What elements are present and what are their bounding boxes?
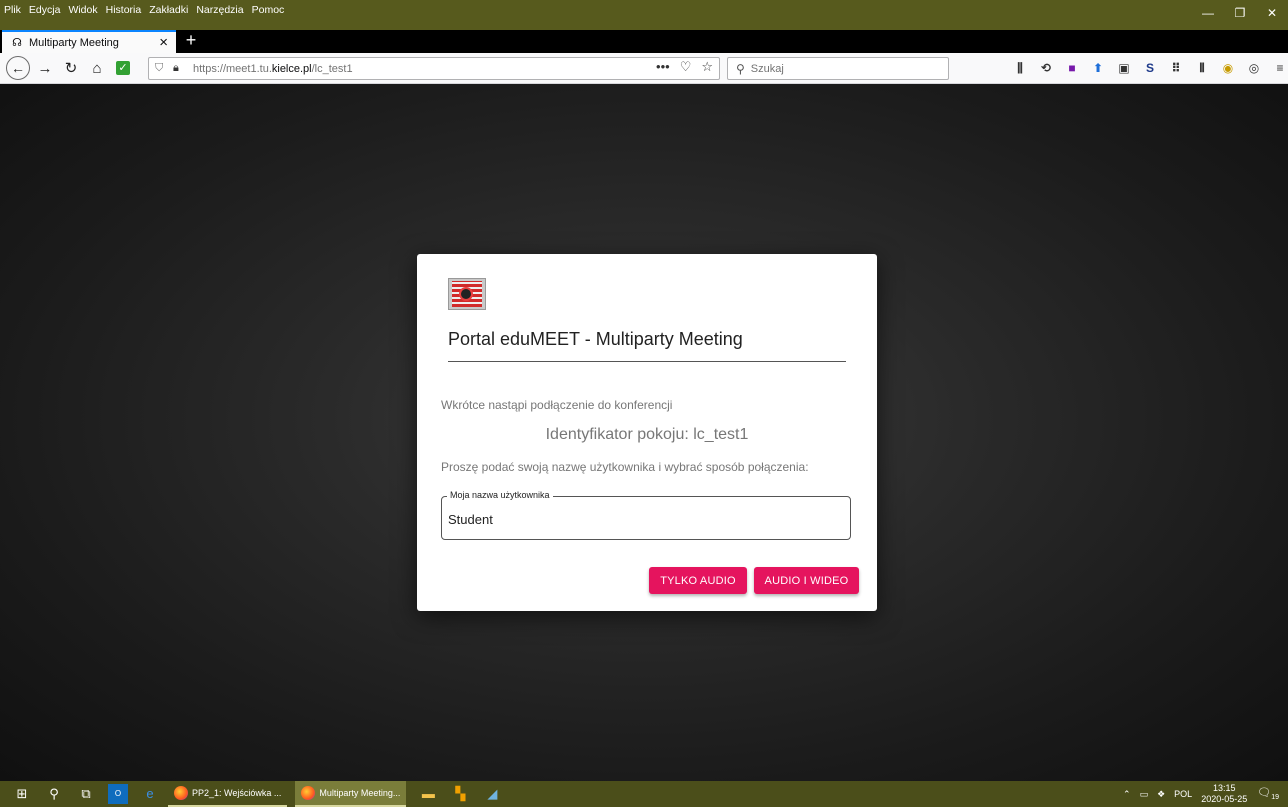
firefox-icon [174, 786, 188, 800]
chevron-up-icon[interactable]: ⌃ [1123, 789, 1131, 800]
clock-date: 2020-05-25 [1201, 794, 1248, 804]
history-icon[interactable]: ⟲ [1038, 60, 1054, 76]
edge-icon[interactable]: e [140, 784, 160, 804]
back-button[interactable]: ← [6, 56, 30, 80]
menu-item-file[interactable]: Plik [4, 4, 21, 16]
clock[interactable]: 13:15 2020-05-25 [1201, 783, 1247, 805]
arrow-left-icon: ← [11, 60, 25, 76]
barcode-extension-icon[interactable]: ⦀ [1194, 60, 1210, 76]
system-tray: ⌃ ▭ ❖ POL 13:15 2020-05-25 🗨︎19 [1123, 781, 1288, 807]
home-button[interactable]: ⌂ [86, 57, 108, 79]
menu-item-help[interactable]: Pomoc [252, 4, 285, 16]
network-icon[interactable]: ▭ [1140, 789, 1149, 800]
language-indicator[interactable]: POL [1174, 789, 1192, 799]
home-icon: ⌂ [92, 59, 102, 77]
firefox-icon [301, 786, 316, 800]
shield-icon[interactable]: ⛉ [155, 62, 171, 75]
checkmark-extension-icon[interactable]: ✓ [116, 61, 130, 75]
more-actions-icon[interactable]: ••• [656, 59, 670, 75]
windows-start-icon[interactable]: ⊞ [12, 784, 32, 804]
title-bar: Plik Edycja Widok Historia Zakładki Narz… [0, 0, 1288, 30]
upload-icon[interactable]: ⬆ [1090, 60, 1106, 76]
url-bar[interactable]: ⛉ 🔒︎ https://meet1.tu.kielce.pl/lc_test1… [148, 57, 720, 80]
forward-button[interactable]: → [34, 57, 56, 79]
search-icon[interactable]: ⚲ [44, 784, 64, 804]
search-icon: ⚲ [736, 61, 745, 76]
connecting-text: Wkrótce nastąpi podłączenie do konferenc… [441, 398, 673, 412]
reload-button[interactable]: ↻ [60, 57, 82, 79]
file-explorer-icon[interactable]: ▬ [418, 784, 438, 804]
account-icon[interactable]: ◎ [1246, 60, 1262, 76]
menu-bar: Plik Edycja Widok Historia Zakładki Narz… [4, 4, 284, 16]
search-bar[interactable]: ⚲ Szukaj [727, 57, 949, 80]
window-controls: — ❐ ✕ [1192, 2, 1288, 24]
dropbox-icon[interactable]: ❖ [1157, 789, 1165, 800]
reload-icon: ↻ [64, 60, 78, 77]
close-window-button[interactable]: ✕ [1256, 2, 1288, 24]
notification-count: 19 [1271, 794, 1279, 802]
s-extension-icon[interactable]: S [1142, 60, 1158, 76]
search-placeholder: Szukaj [750, 62, 784, 75]
instruction-text: Proszę podać swoją nazwę użytkownika i w… [441, 460, 809, 474]
taskbar-app-firefox-pp2[interactable]: PP2_1: Wejściówka ... [168, 781, 288, 807]
menu-item-bookmarks[interactable]: Zakładki [149, 4, 188, 16]
menu-item-tools[interactable]: Narzędzia [196, 4, 243, 16]
sidebar-icon[interactable]: ▣ [1116, 60, 1132, 76]
tab-close-icon[interactable]: × [159, 35, 168, 50]
task-view-icon[interactable]: ⧉ [76, 784, 96, 804]
menu-item-history[interactable]: Historia [106, 4, 142, 16]
username-field[interactable]: Moja nazwa użytkownika [441, 490, 851, 540]
join-dialog: Portal eduMEET - Multiparty Meeting Wkró… [417, 254, 877, 611]
navigation-bar: ← → ↻ ⌂ ✓ ⛉ 🔒︎ https://meet1.tu.kielce.p… [0, 53, 1288, 84]
outlook-icon[interactable]: O [108, 784, 128, 804]
audio-only-button[interactable]: TYLKO AUDIO [649, 567, 747, 594]
taskbar-app-label: Multiparty Meeting... [319, 788, 401, 798]
page-content: Portal eduMEET - Multiparty Meeting Wkró… [0, 84, 1288, 781]
url-text[interactable]: https://meet1.tu.kielce.pl/lc_test1 [193, 63, 353, 75]
toolbar-icons: ⫼ ⟲ ■ ⬆ ▣ S ⠿ ⦀ ◉ ◎ ≡ [1012, 60, 1288, 76]
tab-multiparty-meeting[interactable]: ☊ Multiparty Meeting × [2, 30, 176, 53]
audio-video-button[interactable]: AUDIO I WIDEO [754, 567, 859, 594]
username-input[interactable] [442, 512, 842, 527]
lock-icon[interactable]: 🔒︎ [173, 62, 187, 75]
page-actions: ••• ♡ ☆ [656, 59, 713, 75]
meeting-favicon-icon: ☊ [12, 36, 22, 49]
hamburger-menu-icon[interactable]: ≡ [1272, 60, 1288, 76]
maximize-button[interactable]: ❐ [1224, 2, 1256, 24]
app-grid-icon[interactable]: ▚ [450, 784, 470, 804]
room-id: Identyfikator pokoju: lc_test1 [545, 426, 749, 443]
zoom-extension-icon[interactable]: ◉ [1220, 60, 1236, 76]
username-label: Moja nazwa użytkownika [447, 490, 553, 500]
dialog-title: Portal eduMEET - Multiparty Meeting [448, 329, 846, 362]
new-tab-button[interactable]: + [180, 30, 202, 52]
logo-emblem [459, 287, 473, 301]
library-icon[interactable]: ⫼ [1012, 60, 1028, 76]
arrow-right-icon: → [37, 59, 53, 77]
notepad-icon[interactable]: ◢ [482, 784, 502, 804]
minimize-button[interactable]: — [1192, 2, 1224, 24]
taskbar: ⊞ ⚲ ⧉ O e PP2_1: Wejściówka ... Multipar… [0, 781, 1288, 807]
university-logo [448, 278, 486, 310]
menu-item-edit[interactable]: Edycja [29, 4, 61, 16]
notification-icon[interactable]: 🗨︎19 [1257, 786, 1279, 801]
pocket-icon[interactable]: ♡ [680, 59, 692, 75]
tab-title: Multiparty Meeting [29, 36, 119, 49]
bookmark-star-icon[interactable]: ☆ [701, 59, 713, 75]
taskbar-app-firefox-meeting[interactable]: Multiparty Meeting... [295, 781, 407, 807]
taskbar-app-label: PP2_1: Wejściówka ... [192, 788, 282, 798]
onenote-icon[interactable]: ■ [1064, 60, 1080, 76]
grid-extension-icon[interactable]: ⠿ [1168, 60, 1184, 76]
clock-time: 13:15 [1212, 783, 1236, 793]
menu-item-view[interactable]: Widok [68, 4, 97, 16]
